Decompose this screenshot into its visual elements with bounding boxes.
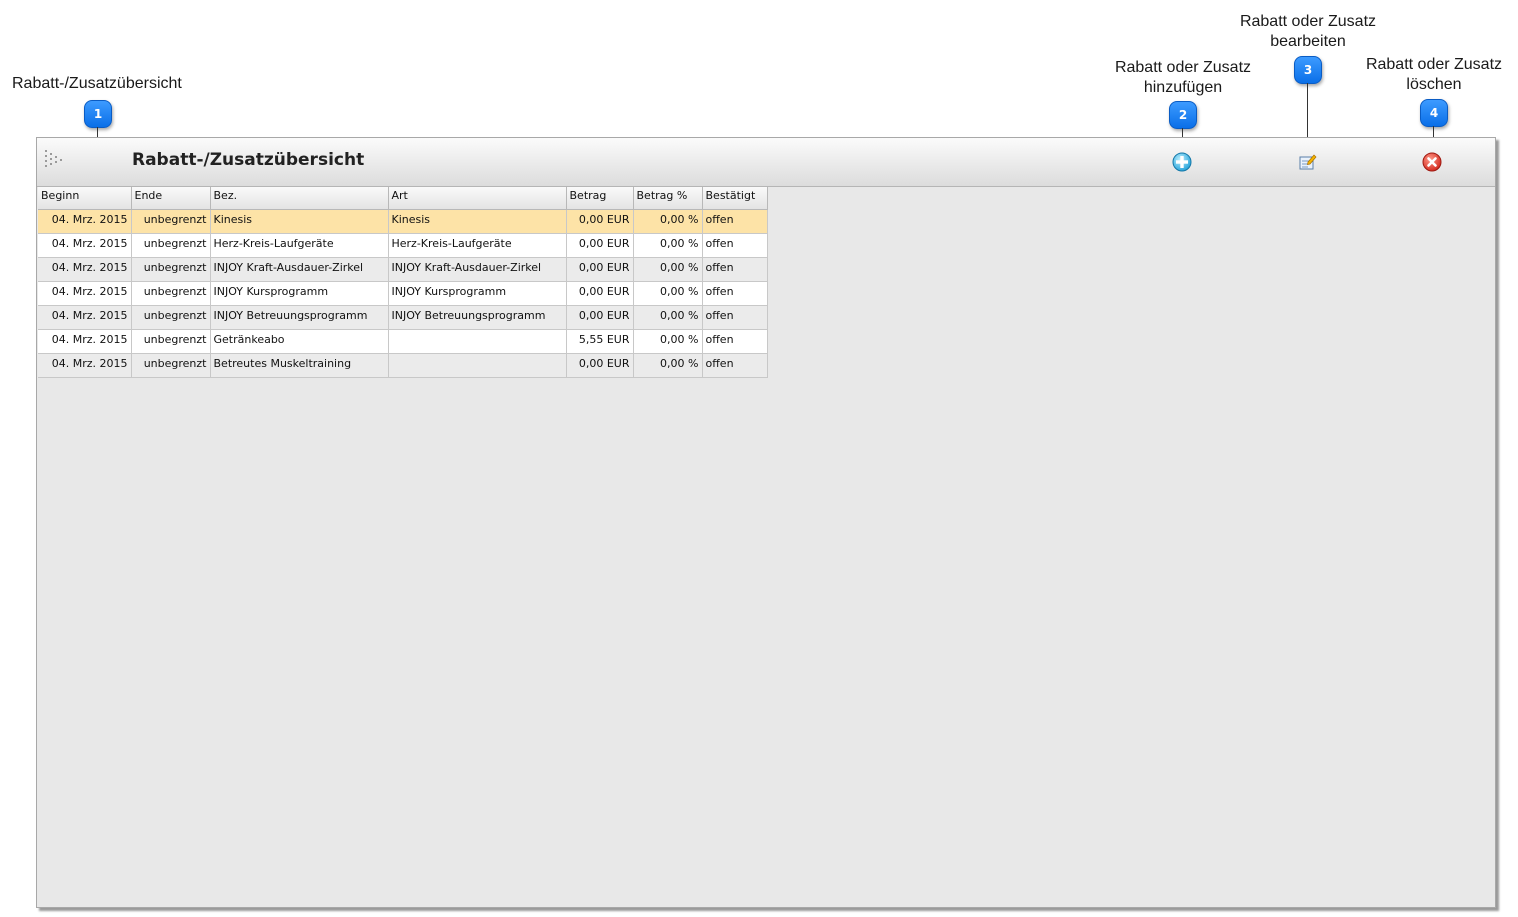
cell-beginn: 04. Mrz. 2015 (38, 209, 132, 234)
cell-betrag: 5,55 EUR (566, 329, 634, 354)
cell-betrag: 0,00 EUR (566, 281, 634, 306)
column-header-ende[interactable]: Ende (131, 187, 211, 210)
cell-art: INJOY Kursprogramm (388, 281, 567, 306)
cell-betrag-prozent: 0,00 % (633, 209, 703, 234)
cell-bez: INJOY Kraft-Ausdauer-Zirkel (210, 257, 389, 282)
cell-bez: Herz-Kreis-Laufgeräte (210, 233, 389, 258)
panel-header: Rabatt-/Zusatzübersicht (37, 138, 1495, 187)
column-header-betrag-prozent[interactable]: Betrag % (633, 187, 703, 210)
edit-note-icon[interactable] (1296, 151, 1318, 173)
callout-badge-2: 2 (1169, 101, 1197, 129)
cell-art (388, 329, 567, 354)
cell-betrag-prozent: 0,00 % (633, 353, 703, 378)
cell-bez: INJOY Betreuungsprogramm (210, 305, 389, 330)
cell-art: INJOY Kraft-Ausdauer-Zirkel (388, 257, 567, 282)
callout-badge-3: 3 (1294, 56, 1322, 84)
cell-bez: Betreutes Muskeltraining (210, 353, 389, 378)
cell-betrag-prozent: 0,00 % (633, 329, 703, 354)
cell-betrag-prozent: 0,00 % (633, 257, 703, 282)
cell-betrag-prozent: 0,00 % (633, 281, 703, 306)
cell-bez: Kinesis (210, 209, 389, 234)
table-row[interactable]: 04. Mrz. 2015 unbegrenzt Kinesis Kinesis… (38, 209, 768, 234)
column-header-bestaetigt[interactable]: Bestätigt (702, 187, 768, 210)
cell-ende: unbegrenzt (131, 281, 211, 306)
cell-betrag: 0,00 EUR (566, 257, 634, 282)
cell-beginn: 04. Mrz. 2015 (38, 281, 132, 306)
cell-bez: Getränkeabo (210, 329, 389, 354)
cell-art (388, 353, 567, 378)
cell-betrag: 0,00 EUR (566, 233, 634, 258)
cell-beginn: 04. Mrz. 2015 (38, 257, 132, 282)
cell-ende: unbegrenzt (131, 233, 211, 258)
cell-beginn: 04. Mrz. 2015 (38, 329, 132, 354)
cell-beginn: 04. Mrz. 2015 (38, 233, 132, 258)
cell-ende: unbegrenzt (131, 257, 211, 282)
table-row[interactable]: 04. Mrz. 2015 unbegrenzt INJOY Betreuung… (38, 305, 768, 330)
callout-badge-4: 4 (1420, 99, 1448, 127)
column-header-art[interactable]: Art (388, 187, 567, 210)
cell-bestaetigt: offen (702, 305, 768, 330)
column-header-beginn[interactable]: Beginn (38, 187, 132, 210)
callout-label-add: Rabatt oder Zusatz hinzufügen (1114, 59, 1252, 96)
callout-label-overview: Rabatt-/Zusatzübersicht (12, 75, 182, 92)
delete-circle-icon[interactable] (1421, 151, 1443, 173)
table-row[interactable]: 04. Mrz. 2015 unbegrenzt Betreutes Muske… (38, 353, 768, 378)
cell-bestaetigt: offen (702, 257, 768, 282)
add-circle-icon[interactable] (1171, 151, 1193, 173)
table-row[interactable]: 04. Mrz. 2015 unbegrenzt Herz-Kreis-Lauf… (38, 233, 768, 258)
column-header-betrag[interactable]: Betrag (566, 187, 634, 210)
cell-ende: unbegrenzt (131, 305, 211, 330)
cell-ende: unbegrenzt (131, 209, 211, 234)
cell-beginn: 04. Mrz. 2015 (38, 353, 132, 378)
cell-betrag-prozent: 0,00 % (633, 305, 703, 330)
cell-ende: unbegrenzt (131, 329, 211, 354)
callout-badge-1: 1 (84, 100, 112, 128)
cell-betrag-prozent: 0,00 % (633, 233, 703, 258)
column-header-bez[interactable]: Bez. (210, 187, 389, 210)
cell-art: Kinesis (388, 209, 567, 234)
table-row[interactable]: 04. Mrz. 2015 unbegrenzt INJOY Kursprogr… (38, 281, 768, 306)
table-row[interactable]: 04. Mrz. 2015 unbegrenzt INJOY Kraft-Aus… (38, 257, 768, 282)
callout-label-edit: Rabatt oder Zusatz bearbeiten (1239, 13, 1377, 50)
cell-bestaetigt: offen (702, 233, 768, 258)
discount-table: Beginn Ende Bez. Art Betrag Betrag % Bes… (38, 187, 768, 378)
cell-bestaetigt: offen (702, 329, 768, 354)
cell-ende: unbegrenzt (131, 353, 211, 378)
cell-betrag: 0,00 EUR (566, 209, 634, 234)
cell-bestaetigt: offen (702, 353, 768, 378)
cell-bestaetigt: offen (702, 281, 768, 306)
cell-beginn: 04. Mrz. 2015 (38, 305, 132, 330)
table-row[interactable]: 04. Mrz. 2015 unbegrenzt Getränkeabo 5,5… (38, 329, 768, 354)
callout-label-delete: Rabatt oder Zusatz löschen (1365, 56, 1503, 93)
discount-overview-panel: Rabatt-/Zusatzübersicht Beginn Ende Bez.… (36, 137, 1496, 908)
panel-title: Rabatt-/Zusatzübersicht (132, 150, 365, 170)
cell-art: Herz-Kreis-Laufgeräte (388, 233, 567, 258)
cell-art: INJOY Betreuungsprogramm (388, 305, 567, 330)
table-header-row: Beginn Ende Bez. Art Betrag Betrag % Bes… (38, 187, 768, 210)
cell-bez: INJOY Kursprogramm (210, 281, 389, 306)
cell-bestaetigt: offen (702, 209, 768, 234)
cell-betrag: 0,00 EUR (566, 305, 634, 330)
cell-betrag: 0,00 EUR (566, 353, 634, 378)
drag-grip-icon[interactable] (44, 148, 64, 168)
